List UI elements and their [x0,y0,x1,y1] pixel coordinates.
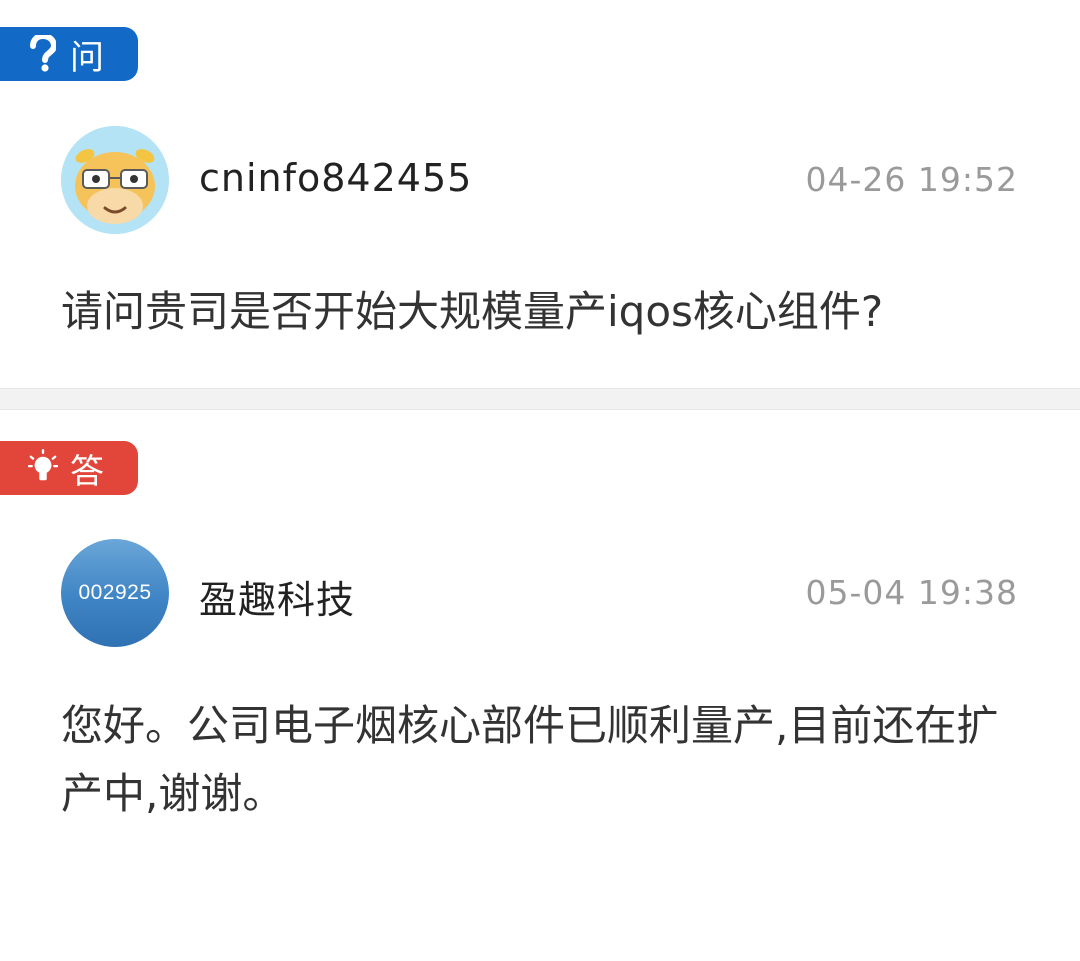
question-tag: 问 [0,27,138,81]
lightbulb-icon [28,448,58,488]
timestamp: 05-04 19:38 [805,573,1018,612]
answer-tag-label: 答 [70,451,105,492]
section-divider [0,388,1080,410]
answer-section: 答 002925 盈趣科技 05-04 19:38 您好。公司电子烟核心部件已顺… [0,410,1080,961]
username[interactable]: cninfo842455 [199,156,472,200]
question-mark-icon [28,34,58,74]
timestamp: 04-26 19:52 [805,160,1018,199]
company-avatar[interactable]: 002925 [61,539,169,647]
avatar[interactable] [61,126,169,234]
answer-text: 您好。公司电子烟核心部件已顺利量产,目前还在扩产中,谢谢。 [61,701,999,818]
cartoon-cow-avatar-icon [61,126,169,234]
stock-code: 002925 [78,581,152,604]
answer-tag: 答 [0,441,138,495]
company-name[interactable]: 盈趣科技 [199,569,355,624]
question-section: 问 cninfo842455 04-26 19:52 请问贵司是否开始大规模量产… [0,0,1080,388]
question-tag-label: 问 [70,37,105,78]
question-text: 请问贵司是否开始大规模量产iqos核心组件? [61,287,884,336]
